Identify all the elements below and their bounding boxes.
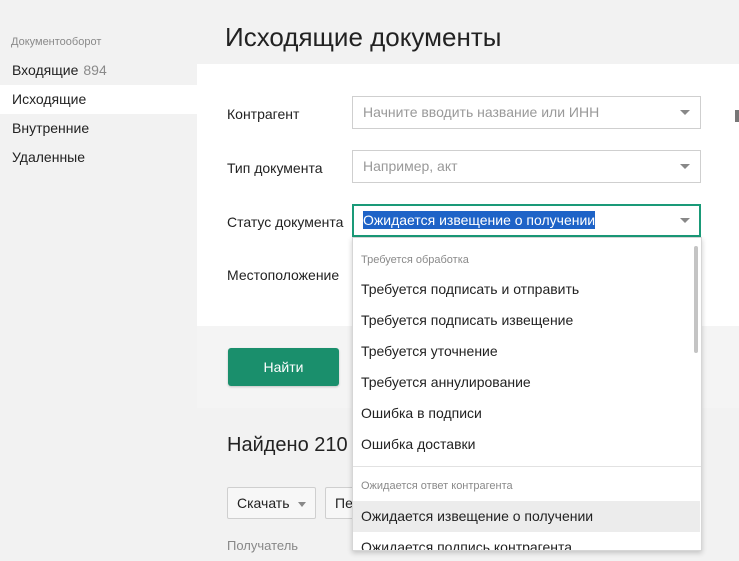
counterparty-select[interactable]: Начните вводить название или ИНН: [352, 96, 701, 129]
dropdown-option[interactable]: Требуется аннулирование: [353, 367, 700, 398]
sidebar-item-label: Исходящие: [12, 91, 87, 107]
doc-type-label: Тип документа: [227, 160, 323, 176]
dropdown-divider: [353, 466, 701, 467]
sidebar-item-incoming[interactable]: Входящие 894: [0, 56, 197, 85]
recipient-column-header: Получатель: [227, 538, 299, 553]
sidebar-item-outgoing[interactable]: Исходящие: [0, 85, 197, 114]
location-label: Местоположение: [227, 267, 340, 283]
dropdown-option-selected[interactable]: Ожидается извещение о получении: [353, 501, 700, 532]
status-select[interactable]: Ожидается извещение о получении: [352, 204, 701, 237]
counterparty-placeholder: Начните вводить название или ИНН: [363, 104, 600, 120]
dropdown-group-title: Требуется обработка: [361, 254, 469, 266]
sidebar-item-deleted[interactable]: Удаленные: [0, 143, 197, 172]
sidebar: Документооборот Входящие 894 Исходящие Вн…: [0, 0, 197, 561]
status-value: Ожидается извещение о получении: [363, 211, 596, 229]
chevron-down-icon: [680, 110, 690, 115]
dropdown-option[interactable]: Ошибка доставки: [353, 429, 700, 460]
results-count: Найдено 210: [227, 434, 348, 456]
sidebar-item-label: Удаленные: [12, 149, 86, 165]
dropdown-group-title: Ожидается ответ контрагента: [361, 480, 513, 492]
dropdown-option[interactable]: Ошибка в подписи: [353, 398, 700, 429]
page-title: Исходящие документы: [225, 22, 502, 52]
sidebar-header: Документооборот: [11, 36, 102, 48]
counterparty-label: Контрагент: [227, 106, 300, 122]
doc-type-placeholder: Например, акт: [363, 158, 458, 174]
download-label: Скачать: [237, 495, 290, 511]
download-button[interactable]: Скачать: [227, 487, 316, 519]
doc-type-select[interactable]: Например, акт: [352, 150, 701, 183]
toolbar-second-label: Пе: [335, 495, 353, 511]
chevron-down-icon: [297, 501, 306, 507]
dropdown-option[interactable]: Требуется подписать и отправить: [353, 274, 700, 305]
status-label: Статус документа: [227, 214, 344, 230]
sidebar-item-label: Внутренние: [12, 120, 90, 136]
sidebar-item-internal[interactable]: Внутренние: [0, 114, 197, 143]
status-dropdown: Требуется обработка Требуется подписать …: [352, 237, 702, 551]
find-button[interactable]: Найти: [228, 348, 339, 386]
dropdown-option[interactable]: Требуется подписать извещение: [353, 305, 700, 336]
chevron-down-icon: [680, 218, 690, 223]
dropdown-option[interactable]: Ожидается подпись контрагента: [353, 532, 700, 550]
chevron-down-icon: [680, 164, 690, 169]
incoming-count-badge: 894: [83, 62, 107, 78]
dropdown-option[interactable]: Требуется уточнение: [353, 336, 700, 367]
panel-edge-marker: [735, 110, 739, 122]
sidebar-item-label: Входящие: [12, 62, 79, 78]
